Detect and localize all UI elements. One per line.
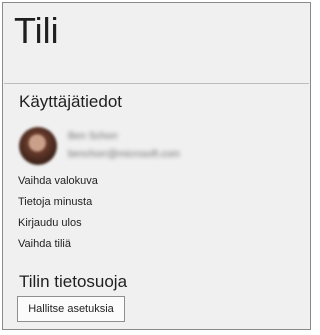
account-privacy-heading: Tilin tietosuoja xyxy=(19,272,128,291)
title-divider xyxy=(4,83,309,84)
about-me-link[interactable]: Tietoja minusta xyxy=(18,195,92,209)
sign-out-link[interactable]: Kirjaudu ulos xyxy=(18,216,82,230)
change-photo-link[interactable]: Vaihda valokuva xyxy=(18,174,98,188)
user-email: benchorr@microsoft.com xyxy=(68,149,180,160)
page-title: Tili xyxy=(14,10,59,51)
avatar xyxy=(19,127,57,165)
manage-settings-button[interactable]: Hallitse asetuksia xyxy=(17,296,125,322)
user-name: Ben Schorr xyxy=(68,131,119,142)
user-info-heading: Käyttäjätiedot xyxy=(19,92,123,111)
switch-account-link[interactable]: Vaihda tiliä xyxy=(18,237,71,251)
account-panel: Tili Käyttäjätiedot Ben Schorr benchorr@… xyxy=(2,2,311,330)
